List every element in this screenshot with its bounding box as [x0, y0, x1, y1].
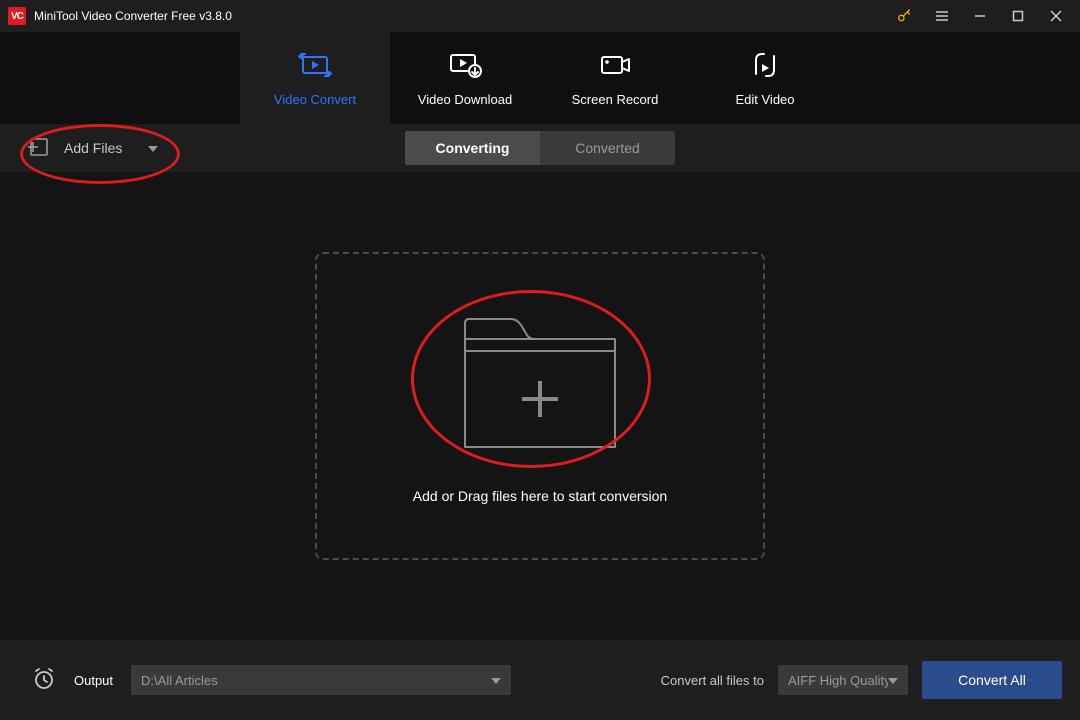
- segment-label: Converting: [436, 140, 510, 156]
- output-path-select[interactable]: D:\All Articles: [131, 665, 511, 695]
- dropzone[interactable]: Add or Drag files here to start conversi…: [315, 252, 765, 560]
- chevron-down-icon: [888, 673, 898, 688]
- clock-icon[interactable]: [32, 667, 56, 694]
- chevron-down-icon: [491, 673, 501, 688]
- tab-label: Screen Record: [572, 92, 659, 107]
- tab-label: Edit Video: [735, 92, 794, 107]
- chevron-down-icon: [148, 140, 158, 156]
- title-bar: VC MiniTool Video Converter Free v3.8.0: [0, 0, 1080, 32]
- convert-all-to-label: Convert all files to: [661, 673, 764, 688]
- key-icon[interactable]: [896, 8, 912, 24]
- tab-screen-record[interactable]: Screen Record: [540, 32, 690, 124]
- record-icon: [598, 50, 632, 80]
- convert-all-button-label: Convert All: [958, 672, 1026, 688]
- action-bar: Add Files Converting Converted: [0, 124, 1080, 172]
- add-files-button[interactable]: Add Files: [28, 136, 158, 161]
- tab-label: Video Convert: [274, 92, 356, 107]
- menu-icon[interactable]: [934, 8, 950, 24]
- close-icon[interactable]: [1048, 8, 1064, 24]
- dropzone-hint: Add or Drag files here to start conversi…: [413, 488, 667, 504]
- segment-converted[interactable]: Converted: [540, 131, 675, 165]
- status-segment: Converting Converted: [405, 131, 675, 165]
- folder-add-icon: [455, 309, 625, 464]
- segment-converting[interactable]: Converting: [405, 131, 540, 165]
- tab-video-download[interactable]: Video Download: [390, 32, 540, 124]
- output-label: Output: [74, 673, 113, 688]
- segment-label: Converted: [575, 140, 640, 156]
- output-path-value: D:\All Articles: [141, 673, 218, 688]
- convert-all-button[interactable]: Convert All: [922, 661, 1062, 699]
- tab-label: Video Download: [418, 92, 512, 107]
- edit-icon: [750, 50, 780, 80]
- footer-bar: Output D:\All Articles Convert all files…: [0, 640, 1080, 720]
- tab-video-convert[interactable]: Video Convert: [240, 32, 390, 124]
- convert-icon: [298, 50, 332, 80]
- convert-target-select[interactable]: AIFF High Quality: [778, 665, 908, 695]
- maximize-icon[interactable]: [1010, 8, 1026, 24]
- add-files-label: Add Files: [64, 140, 122, 156]
- main-pane: Add or Drag files here to start conversi…: [0, 172, 1080, 640]
- tab-edit-video[interactable]: Edit Video: [690, 32, 840, 124]
- convert-target-value: AIFF High Quality: [788, 673, 888, 688]
- download-icon: [448, 50, 482, 80]
- main-tabs: Video Convert Video Download Screen Reco…: [0, 32, 1080, 124]
- app-logo: VC: [8, 7, 26, 25]
- add-file-icon: [28, 136, 50, 161]
- app-title: MiniTool Video Converter Free v3.8.0: [34, 9, 232, 23]
- minimize-icon[interactable]: [972, 8, 988, 24]
